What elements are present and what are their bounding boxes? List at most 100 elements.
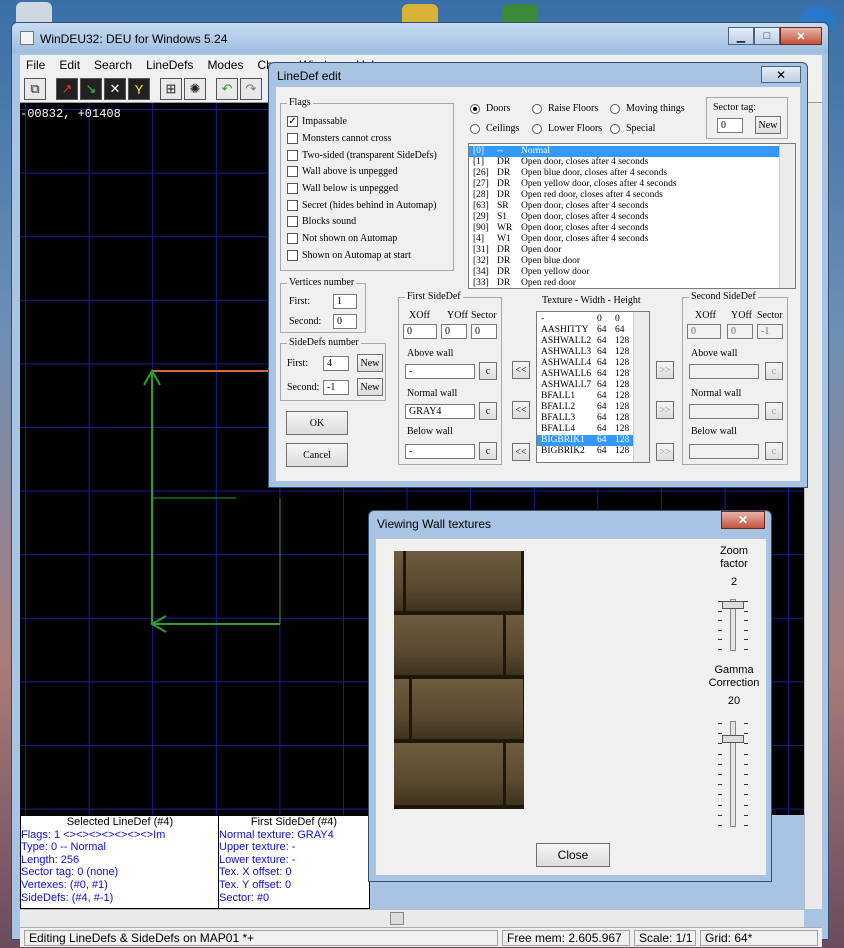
- category-special[interactable]: Special: [610, 123, 655, 134]
- sector-tag-new-button[interactable]: New: [755, 116, 781, 134]
- flag-blocks-sound[interactable]: Blocks sound: [287, 216, 356, 227]
- radio-dot[interactable]: [532, 123, 542, 134]
- list-item[interactable]: BFALL1 64 128: [537, 391, 635, 402]
- sidedef-second-new-button[interactable]: New: [357, 378, 383, 396]
- list-item[interactable]: [90] WR Open door, closes after 4 seconds: [469, 223, 781, 234]
- list-item[interactable]: [0] -- Normal: [469, 146, 781, 157]
- type-list-scrollbar[interactable]: [779, 144, 795, 288]
- menu-linedefs[interactable]: LineDefs: [146, 58, 193, 72]
- first-above-input[interactable]: -: [405, 364, 475, 379]
- horizontal-scrollbar[interactable]: [20, 909, 804, 927]
- linedef-mode-icon[interactable]: ↗: [56, 78, 78, 100]
- sector-mode-icon[interactable]: Y: [128, 78, 150, 100]
- first-below-input[interactable]: -: [405, 444, 475, 459]
- radio-dot[interactable]: [610, 123, 620, 134]
- second-below-clear-button[interactable]: c: [765, 442, 783, 460]
- viewer-close-icon[interactable]: ✕: [721, 511, 765, 529]
- flag-secret[interactable]: Secret (hides behind in Automap): [287, 200, 436, 211]
- second-above-clear-button[interactable]: c: [765, 362, 783, 380]
- redo-icon[interactable]: ↷: [240, 78, 262, 100]
- category-moving-things[interactable]: Moving things: [610, 103, 685, 114]
- radio-dot[interactable]: [610, 103, 620, 114]
- first-xoff-input[interactable]: 0: [403, 324, 437, 339]
- gamma-slider-thumb[interactable]: [722, 735, 744, 743]
- menu-modes[interactable]: Modes: [207, 58, 243, 72]
- flag-not-on-automap[interactable]: Not shown on Automap: [287, 233, 397, 244]
- vertex-first-input[interactable]: 1: [333, 294, 357, 309]
- flag-impassable[interactable]: ✓ Impassable: [287, 116, 347, 127]
- menu-edit[interactable]: Edit: [59, 58, 80, 72]
- list-item[interactable]: [1] DR Open door, closes after 4 seconds: [469, 157, 781, 168]
- thing-mode-icon[interactable]: ✕: [104, 78, 126, 100]
- copy-texture-to-below-button[interactable]: <<: [512, 443, 530, 461]
- gamma-slider[interactable]: [716, 721, 750, 827]
- main-title-bar[interactable]: WinDEU32: DEU for Windows 5.24 ▁ □ ✕: [12, 23, 828, 53]
- grid-icon[interactable]: ✺: [184, 78, 206, 100]
- list-item[interactable]: BFALL3 64 128: [537, 413, 635, 424]
- flag-monsters-cannot-cross[interactable]: Monsters cannot cross: [287, 133, 391, 144]
- flag-checkbox[interactable]: [287, 183, 298, 194]
- zoom-slider-thumb[interactable]: [722, 601, 744, 609]
- vertex-mode-icon[interactable]: ↘: [80, 78, 102, 100]
- flag-checkbox[interactable]: [287, 200, 298, 211]
- second-sector-input[interactable]: -1: [757, 324, 783, 339]
- zoom-fit-icon[interactable]: ⊞: [160, 78, 182, 100]
- second-xoff-input[interactable]: 0: [687, 324, 721, 339]
- second-yoff-input[interactable]: 0: [727, 324, 753, 339]
- list-item[interactable]: [4] W1 Open door, closes after 4 seconds: [469, 234, 781, 245]
- list-item[interactable]: ASHWALL7 64 128: [537, 380, 635, 391]
- undo-icon[interactable]: ↶: [216, 78, 238, 100]
- minimize-button[interactable]: ▁: [728, 27, 754, 45]
- flag-impassable-checkbox[interactable]: ✓: [287, 116, 298, 127]
- category-lower-floors[interactable]: Lower Floors: [532, 123, 602, 134]
- horizontal-scroll-thumb[interactable]: [390, 912, 404, 925]
- flag-upper-unpegged[interactable]: Wall above is unpegged: [287, 166, 398, 177]
- close-button[interactable]: ✕: [780, 27, 822, 45]
- first-normal-input[interactable]: GRAY4: [405, 404, 475, 419]
- copy-texture-to-second-normal-button[interactable]: >>: [656, 401, 674, 419]
- second-above-input[interactable]: [689, 364, 759, 379]
- list-item[interactable]: BFALL4 64 128: [537, 424, 635, 435]
- first-normal-clear-button[interactable]: c: [479, 402, 497, 420]
- zoom-slider[interactable]: [716, 599, 750, 651]
- list-item[interactable]: AASHITTY 64 64: [537, 325, 635, 336]
- menu-file[interactable]: File: [26, 58, 45, 72]
- first-sector-input[interactable]: 0: [471, 324, 497, 339]
- copy-texture-to-second-below-button[interactable]: >>: [656, 443, 674, 461]
- list-item[interactable]: ASHWALL6 64 128: [537, 369, 635, 380]
- list-item[interactable]: [63] SR Open door, closes after 4 seconds: [469, 201, 781, 212]
- category-raise-floors[interactable]: Raise Floors: [532, 103, 598, 114]
- flag-lower-unpegged[interactable]: Wall below is unpegged: [287, 183, 398, 194]
- sidedef-first-new-button[interactable]: New: [357, 354, 383, 372]
- sector-tag-input[interactable]: 0: [717, 118, 743, 133]
- texture-list[interactable]: -00 AASHITTY 64 64 ASHWALL2 64 128 ASHWALL3 6…: [536, 311, 650, 463]
- list-item[interactable]: [34] DR Open yellow door: [469, 267, 781, 278]
- list-item[interactable]: BIGBRIK2 64 128: [537, 446, 635, 457]
- flag-checkbox[interactable]: [287, 133, 298, 144]
- cancel-button[interactable]: Cancel: [286, 443, 348, 467]
- list-item[interactable]: [31] DR Open door: [469, 245, 781, 256]
- maximize-button[interactable]: □: [754, 27, 780, 45]
- second-below-input[interactable]: [689, 444, 759, 459]
- list-item[interactable]: [27] DR Open yellow door, closes after 4 s…: [469, 179, 781, 190]
- list-item[interactable]: ASHWALL4 64 128: [537, 358, 635, 369]
- category-doors[interactable]: Doors: [470, 103, 510, 114]
- copy-texture-to-second-above-button[interactable]: >>: [656, 361, 674, 379]
- list-item[interactable]: [33] DR Open red door: [469, 278, 781, 288]
- copy-texture-to-above-button[interactable]: <<: [512, 361, 530, 379]
- flag-checkbox[interactable]: [287, 250, 298, 261]
- linedef-dialog-close-button[interactable]: ✕: [761, 66, 801, 83]
- copy-texture-to-normal-button[interactable]: <<: [512, 401, 530, 419]
- flag-shown-on-automap[interactable]: Shown on Automap at start: [287, 250, 411, 261]
- category-ceilings[interactable]: Ceilings: [470, 123, 519, 134]
- first-yoff-input[interactable]: 0: [441, 324, 467, 339]
- viewer-close-button[interactable]: Close: [536, 843, 610, 867]
- list-item[interactable]: ASHWALL3 64 128: [537, 347, 635, 358]
- flag-checkbox[interactable]: [287, 150, 298, 161]
- list-item[interactable]: BFALL2 64 128: [537, 402, 635, 413]
- radio-dot[interactable]: [532, 103, 542, 114]
- list-item[interactable]: [26] DR Open blue door, closes after 4 sec…: [469, 168, 781, 179]
- vertex-second-input[interactable]: 0: [333, 314, 357, 329]
- ok-button[interactable]: OK: [286, 411, 348, 435]
- open-icon[interactable]: ⧉: [24, 78, 46, 100]
